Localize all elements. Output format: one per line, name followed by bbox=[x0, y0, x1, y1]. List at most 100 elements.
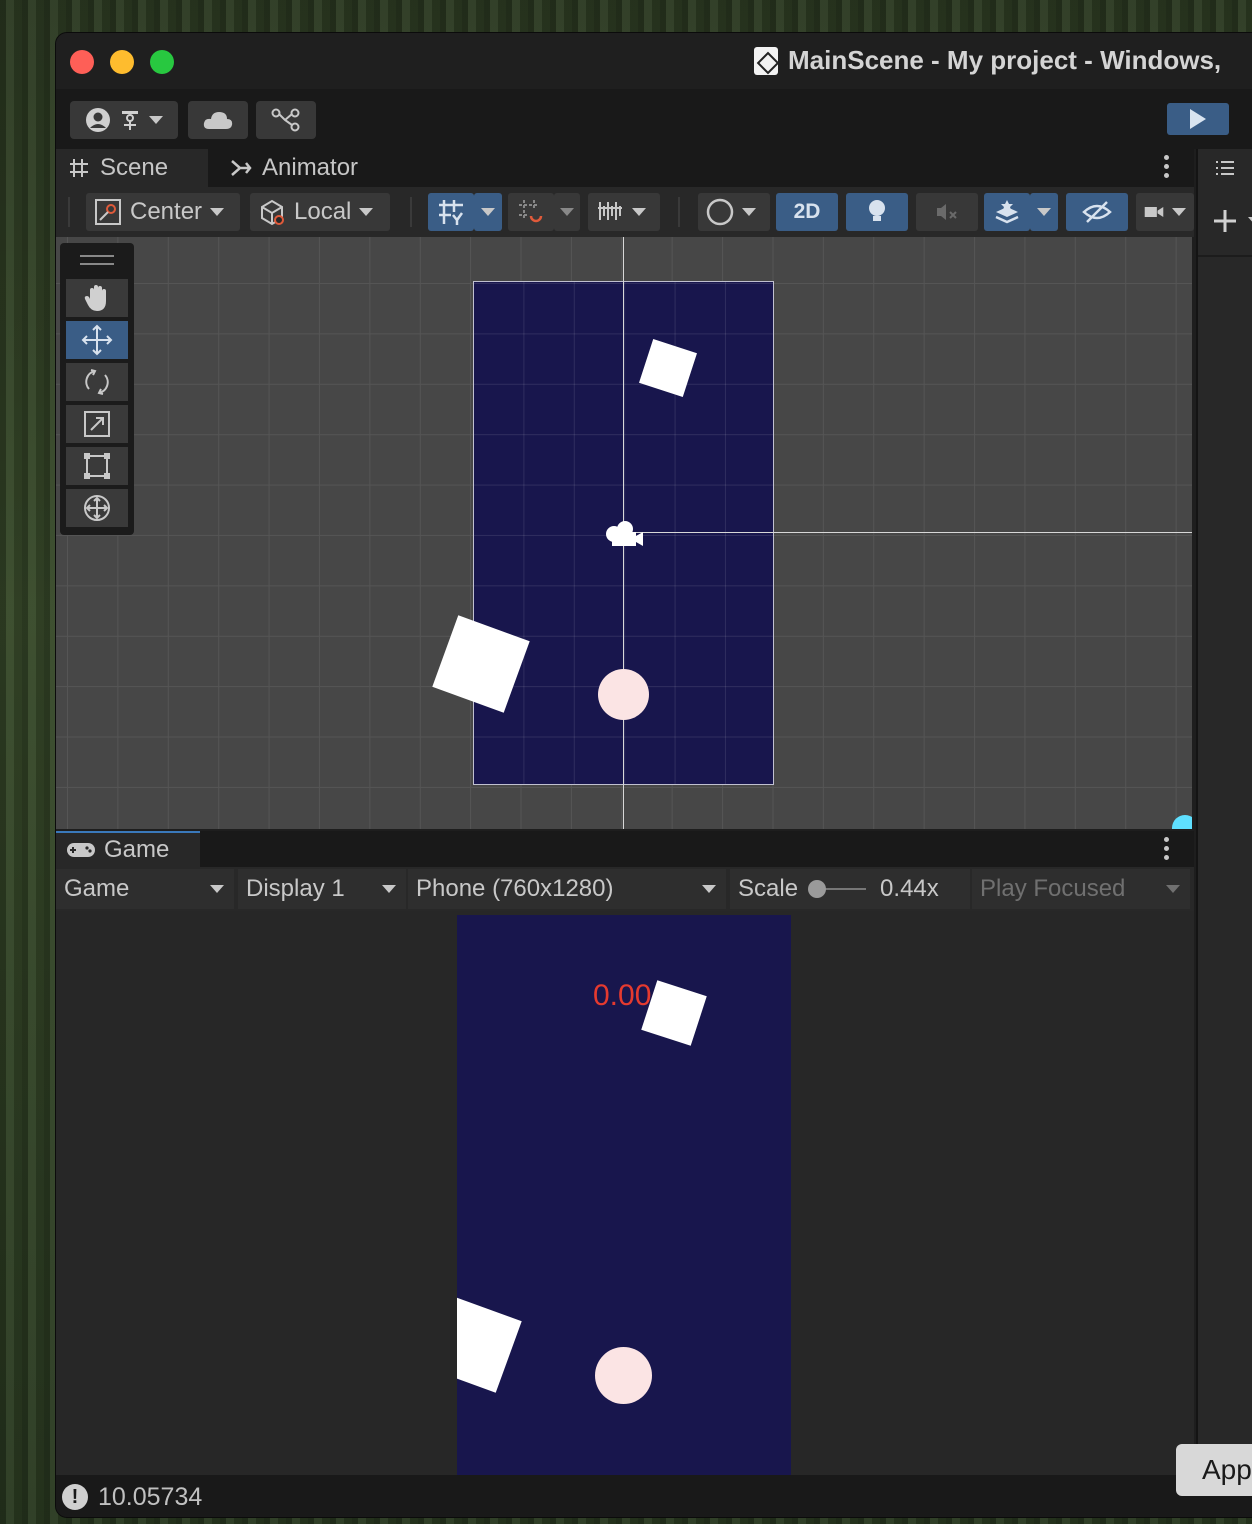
light-gizmo-icon[interactable] bbox=[1172, 815, 1192, 829]
grid-snapping-dropdown[interactable] bbox=[474, 193, 502, 231]
main-toolbar bbox=[56, 89, 1252, 149]
rotate-icon bbox=[85, 369, 109, 395]
tab-game-label: Game bbox=[104, 836, 170, 863]
play-focus-select[interactable]: Play Focused bbox=[972, 869, 1190, 909]
hierarchy-panel bbox=[1196, 149, 1252, 1475]
palette-drag-handle[interactable] bbox=[80, 255, 114, 265]
add-plus-icon[interactable] bbox=[1212, 208, 1238, 234]
tab-scene[interactable]: Scene bbox=[56, 149, 208, 187]
window-title: MainScene - My project - Windows, bbox=[788, 45, 1222, 75]
game-more-menu-icon[interactable] bbox=[1164, 837, 1170, 860]
toolbar-separator bbox=[410, 197, 412, 227]
audio-toggle[interactable] bbox=[916, 193, 978, 231]
scene-more-menu-icon[interactable] bbox=[1164, 155, 1170, 178]
game-toolbar: Game Display 1 Phone (760x1280) Scale 0.… bbox=[56, 867, 1194, 911]
rotate-tool-button[interactable] bbox=[66, 363, 128, 401]
hidden-eye-icon bbox=[1082, 201, 1112, 223]
play-button[interactable] bbox=[1167, 103, 1229, 135]
chevron-down-icon bbox=[1166, 885, 1180, 893]
display-select[interactable]: Display 1 bbox=[238, 869, 406, 909]
game-viewport[interactable]: 0.00 bbox=[56, 911, 1194, 1475]
close-window-button[interactable] bbox=[70, 50, 94, 74]
pivot-rotation-label: Local bbox=[294, 198, 352, 225]
draw-mode-dropdown[interactable] bbox=[698, 193, 770, 231]
scale-slider[interactable] bbox=[808, 880, 867, 898]
chevron-down-icon bbox=[1037, 208, 1051, 216]
window-controls bbox=[70, 50, 174, 74]
game-tab-bar: Game bbox=[56, 831, 1194, 867]
status-bar: ! 10.05734 bbox=[56, 1475, 1252, 1517]
minimize-window-button[interactable] bbox=[110, 50, 134, 74]
scale-icon bbox=[84, 411, 110, 437]
tab-hierarchy[interactable] bbox=[1198, 149, 1252, 187]
console-last-message[interactable]: 10.05734 bbox=[98, 1483, 202, 1512]
transform-tool-button[interactable] bbox=[66, 489, 128, 527]
move-tool-button[interactable] bbox=[66, 321, 128, 359]
chevron-down-icon bbox=[632, 208, 646, 216]
app-button[interactable]: App bbox=[1176, 1444, 1252, 1496]
local-cube-icon bbox=[261, 199, 284, 226]
tab-animator[interactable]: Animator bbox=[218, 149, 368, 187]
hand-icon bbox=[84, 285, 106, 311]
game-view-select[interactable]: Game bbox=[56, 869, 234, 909]
account-dropdown[interactable] bbox=[70, 101, 178, 139]
increment-snap-toggle[interactable] bbox=[508, 193, 554, 231]
resolution-select[interactable]: Phone (760x1280) bbox=[408, 869, 726, 909]
score-text: 0.00 bbox=[593, 979, 652, 1012]
effects-dropdown[interactable] bbox=[1030, 193, 1058, 231]
warning-icon: ! bbox=[62, 1484, 88, 1510]
chevron-down-icon bbox=[359, 208, 374, 216]
cloud-button[interactable] bbox=[188, 101, 248, 139]
game-square-obstacle-bottom bbox=[457, 1295, 522, 1393]
game-ball bbox=[595, 1347, 652, 1404]
chevron-down-icon bbox=[702, 885, 716, 893]
scene-camera-dropdown[interactable] bbox=[1136, 193, 1194, 231]
chevron-down-icon[interactable] bbox=[1248, 217, 1252, 225]
unity-editor-window: MainScene - My project - Windows, Scene … bbox=[55, 32, 1252, 1518]
scene-x-axis-line bbox=[623, 532, 1192, 533]
tab-animator-label: Animator bbox=[262, 154, 359, 181]
2d-mode-toggle[interactable]: 2D bbox=[776, 193, 838, 231]
rect-tool-button[interactable] bbox=[66, 447, 128, 485]
window-title-group: MainScene - My project - Windows, bbox=[754, 45, 1221, 76]
scene-viewport[interactable] bbox=[56, 237, 1192, 829]
pin-icon bbox=[122, 111, 138, 130]
pivot-center-icon bbox=[95, 199, 121, 225]
gamepad-icon bbox=[67, 843, 95, 857]
scale-control: Scale 0.44x bbox=[730, 869, 970, 909]
lighting-toggle[interactable] bbox=[846, 193, 908, 231]
hand-tool-button[interactable] bbox=[66, 279, 128, 317]
increment-snap-dropdown[interactable] bbox=[554, 193, 580, 231]
grid-snapping-toggle[interactable] bbox=[428, 193, 474, 231]
layers-effects-icon bbox=[995, 200, 1019, 224]
tab-game[interactable]: Game bbox=[56, 831, 200, 867]
chevron-down-icon bbox=[1172, 208, 1186, 216]
ruler-dropdown[interactable] bbox=[588, 193, 660, 231]
increment-snap-icon bbox=[519, 200, 543, 223]
version-control-button[interactable] bbox=[256, 101, 316, 139]
pivot-rotation-dropdown[interactable]: Local bbox=[250, 193, 390, 231]
scale-slider-knob[interactable] bbox=[808, 880, 827, 898]
account-icon bbox=[86, 108, 110, 132]
display-select-value: Display 1 bbox=[246, 875, 345, 902]
camera-gizmo-icon[interactable] bbox=[603, 520, 645, 548]
video-camera-icon bbox=[1144, 207, 1164, 217]
pivot-position-dropdown[interactable]: Center bbox=[86, 193, 240, 231]
toolbar-separator bbox=[678, 197, 680, 227]
scene-visibility-toggle[interactable] bbox=[1066, 193, 1128, 231]
scene-tab-bar: Scene Animator bbox=[56, 149, 1194, 187]
toolbar-separator bbox=[68, 197, 70, 227]
effects-toggle[interactable] bbox=[984, 193, 1030, 231]
scale-tool-button[interactable] bbox=[66, 405, 128, 443]
version-control-icon bbox=[271, 108, 300, 132]
hierarchy-toolbar bbox=[1198, 187, 1252, 257]
scene-ball[interactable] bbox=[598, 669, 649, 720]
scale-label: Scale bbox=[738, 875, 799, 902]
play-icon bbox=[1190, 109, 1206, 129]
grid-hash-icon bbox=[70, 159, 88, 177]
app-button-label: App bbox=[1202, 1454, 1252, 1485]
play-focus-select-value: Play Focused bbox=[980, 875, 1126, 902]
zoom-window-button[interactable] bbox=[150, 50, 174, 74]
title-bar: MainScene - My project - Windows, bbox=[56, 33, 1252, 89]
shaded-sphere-icon bbox=[706, 198, 734, 226]
